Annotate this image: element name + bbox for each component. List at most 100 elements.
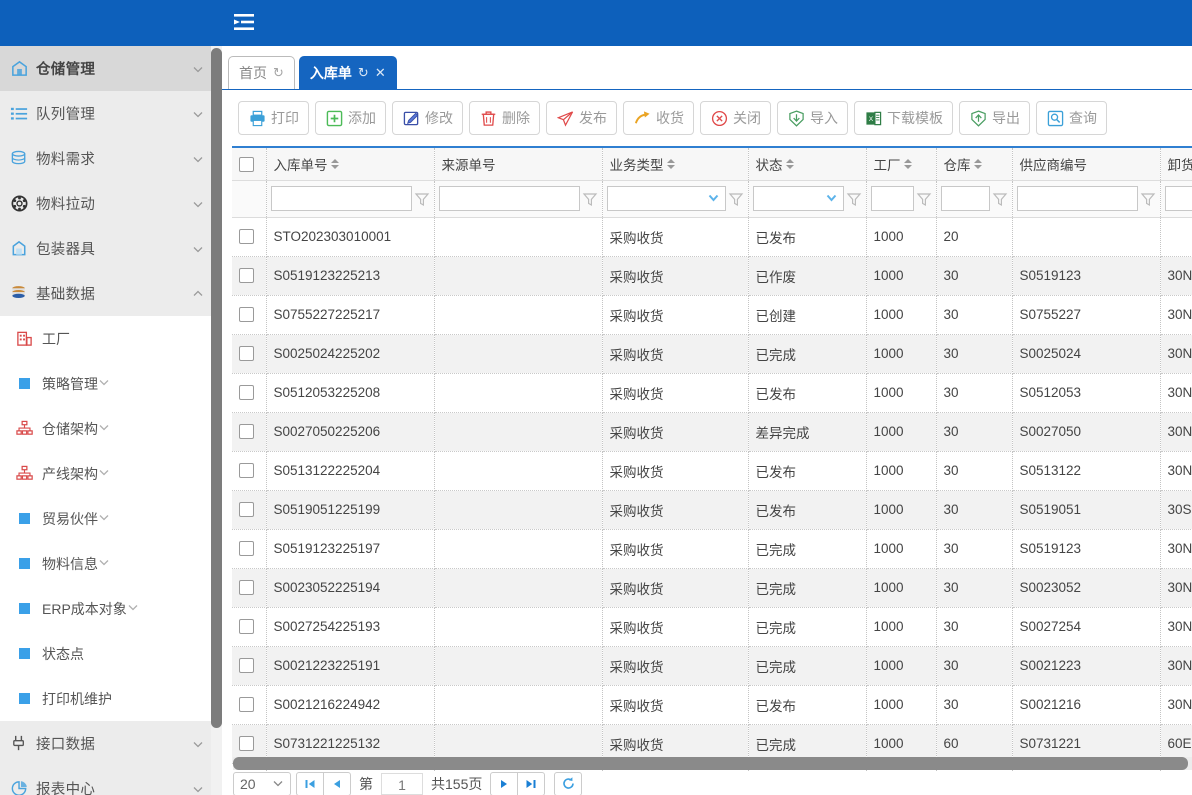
first-page-button[interactable]: [296, 771, 324, 795]
table-row[interactable]: STO202303010001 采购收货 已发布 1000 20: [232, 217, 1192, 257]
row-select-cell[interactable]: [232, 646, 267, 686]
add-button[interactable]: 添加: [315, 101, 386, 135]
row-checkbox[interactable]: [239, 541, 254, 557]
page-size-select[interactable]: 20: [233, 771, 291, 795]
row-select-cell[interactable]: [232, 373, 267, 413]
sidebar-item-interface-data[interactable]: 接口数据: [0, 721, 221, 766]
column-header-warehouse[interactable]: 仓库: [936, 146, 1013, 181]
filter-funnel-icon[interactable]: [916, 191, 932, 207]
row-checkbox[interactable]: [239, 580, 254, 596]
row-checkbox[interactable]: [239, 658, 254, 674]
sort-arrows-icon[interactable]: [973, 157, 983, 171]
filter-select-biz-type[interactable]: [606, 186, 726, 211]
import-button[interactable]: 导入: [777, 101, 848, 135]
table-row[interactable]: S0512053225208 采购收货已发布100030S051205330N01: [232, 373, 1192, 413]
table-row[interactable]: S0021223225191 采购收货已完成100030S002122330N01: [232, 646, 1192, 686]
column-header-dock[interactable]: 卸货道口: [1160, 146, 1192, 181]
sidebar-item-material-pull[interactable]: 物料拉动: [0, 181, 221, 226]
row-checkbox[interactable]: [239, 463, 254, 479]
row-checkbox[interactable]: [239, 619, 254, 635]
filter-funnel-icon[interactable]: [728, 191, 744, 207]
filter-input-dock[interactable]: [1164, 186, 1192, 211]
export-button[interactable]: 导出: [959, 101, 1030, 135]
sidebar-subitem-printer-maintenance[interactable]: 打印机维护: [0, 676, 221, 721]
select-all-checkbox[interactable]: [239, 156, 254, 172]
sidebar-item-warehouse-mgmt[interactable]: 仓储管理: [0, 46, 221, 91]
row-checkbox[interactable]: [239, 502, 254, 518]
sidebar-item-basic-data[interactable]: 基础数据: [0, 271, 221, 316]
table-row[interactable]: S0519123225213 采购收货已作废100030S051912330N03: [232, 256, 1192, 296]
sidebar-item-material-demand[interactable]: 物料需求: [0, 136, 221, 181]
publish-button[interactable]: 发布: [546, 101, 617, 135]
row-select-cell[interactable]: [232, 412, 267, 452]
column-header-biz-type[interactable]: 业务类型: [602, 146, 749, 181]
table-row[interactable]: S0027254225193 采购收货已完成100030S002725430N03: [232, 607, 1192, 647]
filter-funnel-icon[interactable]: [992, 191, 1008, 207]
row-select-cell[interactable]: [232, 217, 267, 257]
sidebar-scrollbar[interactable]: [211, 46, 222, 795]
grid-horizontal-scrollbar[interactable]: [233, 757, 1192, 770]
sort-arrows-icon[interactable]: [903, 157, 913, 171]
table-row[interactable]: S0025024225202 采购收货已完成100030S002502430N02: [232, 334, 1192, 374]
sidebar-subitem-trade-partner[interactable]: 贸易伙伴: [0, 496, 221, 541]
column-header-factory[interactable]: 工厂: [866, 146, 937, 181]
filter-funnel-icon[interactable]: [1140, 191, 1156, 207]
grid-horizontal-scrollbar-thumb[interactable]: [233, 757, 1188, 770]
column-header-source-no[interactable]: 来源单号: [434, 146, 603, 181]
row-select-cell[interactable]: [232, 295, 267, 335]
row-checkbox[interactable]: [239, 697, 254, 713]
table-row[interactable]: S0519051225199 采购收货已发布100030S051905130S04: [232, 490, 1192, 530]
query-button[interactable]: 查询: [1036, 101, 1107, 135]
row-select-cell[interactable]: [232, 607, 267, 647]
row-checkbox[interactable]: [239, 307, 254, 323]
row-checkbox[interactable]: [239, 385, 254, 401]
delete-button[interactable]: 删除: [469, 101, 540, 135]
table-row[interactable]: S0021216224942 采购收货已发布100030S002121630N04: [232, 685, 1192, 725]
row-select-cell[interactable]: [232, 685, 267, 725]
table-row[interactable]: S0519123225197 采购收货已完成100030S051912330N03: [232, 529, 1192, 569]
tab-inbound-order[interactable]: 入库单 ↻ ✕: [298, 56, 397, 89]
current-page-input[interactable]: 1: [381, 772, 423, 795]
edit-button[interactable]: 修改: [392, 101, 463, 135]
row-select-cell[interactable]: [232, 334, 267, 374]
filter-funnel-icon[interactable]: [414, 191, 430, 207]
column-header-supplier-no[interactable]: 供应商编号: [1012, 146, 1161, 181]
tab-home[interactable]: 首页 ↻: [228, 56, 295, 89]
sidebar-scrollbar-thumb[interactable]: [211, 48, 222, 728]
filter-input-warehouse[interactable]: [940, 186, 990, 211]
table-row[interactable]: S0023052225194 采购收货已完成100030S002305230N02: [232, 568, 1192, 608]
row-select-cell[interactable]: [232, 568, 267, 608]
sort-arrows-icon[interactable]: [666, 157, 676, 171]
sort-arrows-icon[interactable]: [330, 157, 340, 171]
sidebar-item-packaging[interactable]: 包装器具: [0, 226, 221, 271]
filter-input-factory[interactable]: [870, 186, 914, 211]
row-checkbox[interactable]: [239, 268, 254, 284]
sidebar-subitem-line-structure[interactable]: 产线架构: [0, 451, 221, 496]
sidebar-subitem-warehouse-structure[interactable]: 仓储架构: [0, 406, 221, 451]
filter-input-inbound-no[interactable]: [270, 186, 412, 211]
row-checkbox[interactable]: [239, 424, 254, 440]
sidebar-subitem-erp-cost-object[interactable]: ERP成本对象: [0, 586, 221, 631]
table-row[interactable]: S0755227225217 采购收货已创建100030S075522730N01: [232, 295, 1192, 335]
prev-page-button[interactable]: [323, 771, 351, 795]
row-checkbox[interactable]: [239, 736, 254, 752]
filter-input-supplier-no[interactable]: [1016, 186, 1138, 211]
sidebar-subitem-factory[interactable]: 工厂: [0, 316, 221, 361]
table-row[interactable]: S0513122225204 采购收货已发布100030S051312230N01: [232, 451, 1192, 491]
download-template-button[interactable]: X 下载模板: [854, 101, 953, 135]
column-header-inbound-no[interactable]: 入库单号: [266, 146, 435, 181]
last-page-button[interactable]: [517, 771, 546, 795]
sort-arrows-icon[interactable]: [785, 157, 795, 171]
sidebar-item-report-center[interactable]: 报表中心: [0, 766, 221, 795]
sidebar-subitem-material-info[interactable]: 物料信息: [0, 541, 221, 586]
sidebar-subitem-status-point[interactable]: 状态点: [0, 631, 221, 676]
row-select-cell[interactable]: [232, 490, 267, 530]
refresh-page-button[interactable]: [554, 771, 583, 795]
receive-goods-button[interactable]: 收货: [623, 101, 694, 135]
close-icon[interactable]: ✕: [375, 65, 386, 81]
refresh-icon[interactable]: ↻: [358, 65, 369, 81]
filter-select-status[interactable]: [752, 186, 844, 211]
close-order-button[interactable]: 关闭: [700, 101, 771, 135]
filter-input-source-no[interactable]: [438, 186, 580, 211]
select-all-header[interactable]: [232, 146, 267, 181]
